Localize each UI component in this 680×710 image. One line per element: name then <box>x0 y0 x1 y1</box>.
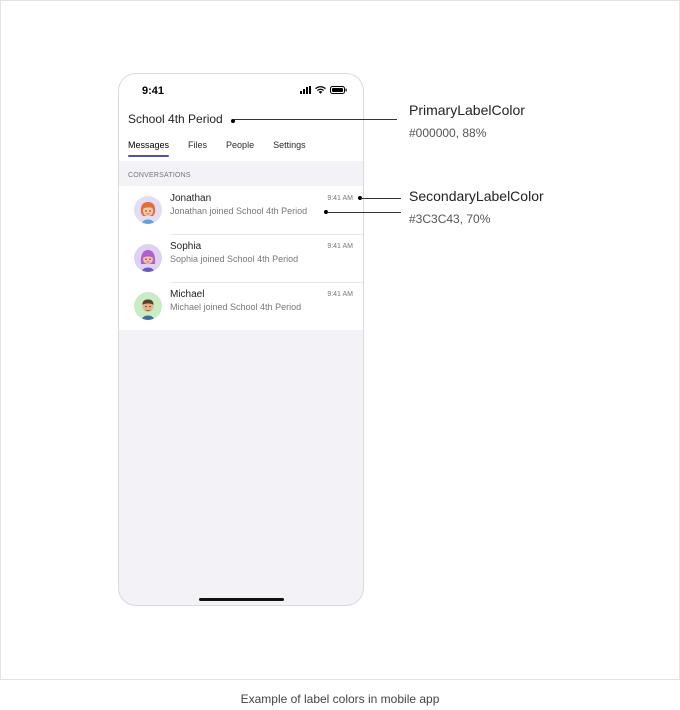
conversation-time: 9:41 AM <box>327 195 353 202</box>
figure-caption: Example of label colors in mobile app <box>240 692 440 706</box>
tab-people[interactable]: People <box>226 140 254 150</box>
conversation-preview: Michael joined School 4th Period <box>170 302 302 312</box>
conversation-time: 9:41 AM <box>327 243 353 250</box>
conversation-preview: Jonathan joined School 4th Period <box>170 206 308 216</box>
list-item[interactable]: Michael Michael joined School 4th Period… <box>119 282 363 330</box>
home-indicator <box>199 598 284 601</box>
conversation-name: Michael <box>170 289 205 300</box>
battery-icon <box>330 86 347 94</box>
conversation-list: Jonathan Jonathan joined School 4th Peri… <box>119 186 363 330</box>
primary-callout-line <box>234 119 397 120</box>
secondary-label-value: #3C3C43, 70% <box>409 212 491 226</box>
cellular-signal-icon <box>300 86 311 94</box>
tab-messages[interactable]: Messages <box>128 140 170 157</box>
chat-title: School 4th Period <box>128 112 223 126</box>
secondary-label-name: SecondaryLabelColor <box>409 188 544 204</box>
phone-mockup: 9:41 School 4th Period Messages Files Pe… <box>118 73 364 606</box>
list-item[interactable]: Sophia Sophia joined School 4th Period 9… <box>119 234 363 282</box>
woman-avatar-icon <box>134 196 162 224</box>
secondary-callout-line <box>361 198 401 199</box>
wifi-icon <box>315 86 326 94</box>
conversation-time: 9:41 AM <box>327 291 353 298</box>
purple-hair-avatar-icon <box>134 244 162 272</box>
secondary-callout-line <box>327 212 401 213</box>
man-avatar-icon <box>134 292 162 320</box>
conversation-name: Jonathan <box>170 193 212 204</box>
primary-label-value: #000000, 88% <box>409 126 487 140</box>
conversation-preview: Sophia joined School 4th Period <box>170 254 299 264</box>
primary-label-name: PrimaryLabelColor <box>409 102 525 118</box>
tab-files[interactable]: Files <box>188 140 207 150</box>
status-bar-icons <box>300 86 347 94</box>
conversation-name: Sophia <box>170 241 202 252</box>
section-header: CONVERSATIONS <box>128 172 191 179</box>
status-bar-time: 9:41 <box>142 85 165 97</box>
tab-bar: Messages Files People Settings <box>128 140 306 157</box>
tab-settings[interactable]: Settings <box>273 140 306 150</box>
